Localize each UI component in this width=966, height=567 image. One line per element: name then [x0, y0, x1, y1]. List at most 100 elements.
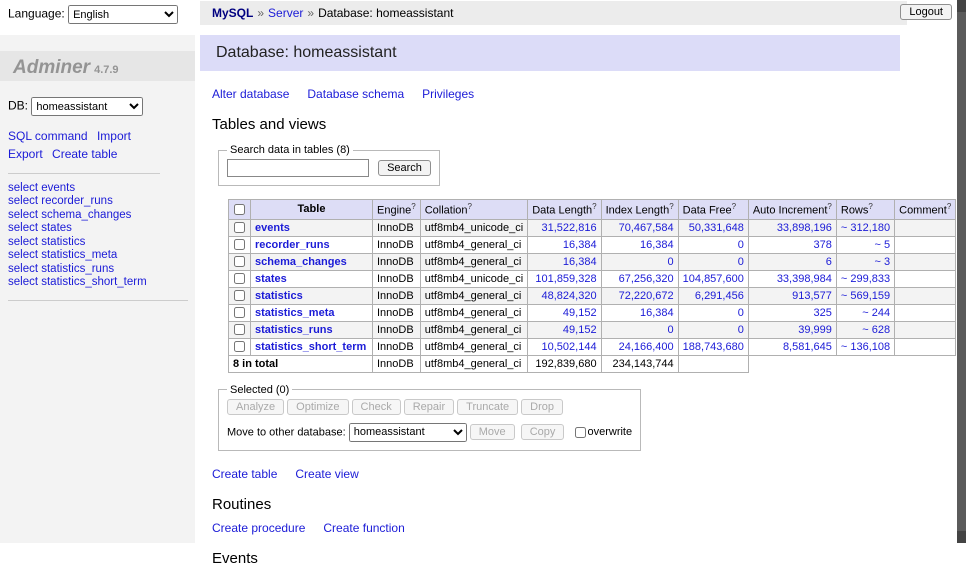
- database-schema[interactable]: Database schema: [307, 87, 404, 101]
- index-length-link[interactable]: 0: [668, 324, 674, 336]
- check-button[interactable]: Check: [352, 399, 401, 415]
- auto-increment-link[interactable]: 378: [814, 239, 832, 251]
- sidebar-select-statistics[interactable]: select statistics: [8, 236, 188, 250]
- create-table[interactable]: Create table: [212, 467, 277, 481]
- create-function[interactable]: Create function: [323, 521, 404, 535]
- table-name-link[interactable]: statistics_runs: [255, 324, 333, 336]
- auto-increment-link[interactable]: 913,577: [792, 290, 832, 302]
- rows-link[interactable]: ~ 3: [875, 256, 891, 268]
- data-length-link[interactable]: 16,384: [563, 256, 597, 268]
- help-icon[interactable]: ?: [868, 202, 872, 211]
- table-name-link[interactable]: statistics_meta: [255, 307, 335, 319]
- rows-link[interactable]: ~ 299,833: [841, 273, 890, 285]
- create-procedure[interactable]: Create procedure: [212, 521, 305, 535]
- help-icon[interactable]: ?: [947, 202, 951, 211]
- data-length-link[interactable]: 10,502,144: [542, 341, 597, 353]
- alter-database[interactable]: Alter database: [212, 87, 289, 101]
- row-checkbox[interactable]: [234, 324, 245, 335]
- export-link[interactable]: Export: [8, 147, 43, 161]
- data-free-link[interactable]: 0: [738, 307, 744, 319]
- sql-command-link[interactable]: SQL command: [8, 129, 88, 143]
- column-header-index-length[interactable]: Index Length?: [601, 200, 678, 220]
- data-free-link[interactable]: 0: [738, 324, 744, 336]
- drop-button[interactable]: Drop: [521, 399, 563, 415]
- rows-link[interactable]: ~ 244: [862, 307, 890, 319]
- auto-increment-link[interactable]: 33,398,984: [777, 273, 832, 285]
- index-length-link[interactable]: 24,166,400: [619, 341, 674, 353]
- help-icon[interactable]: ?: [827, 202, 831, 211]
- select-all-checkbox[interactable]: [234, 204, 245, 215]
- row-checkbox[interactable]: [234, 273, 245, 284]
- data-free-link[interactable]: 0: [738, 256, 744, 268]
- rows-link[interactable]: ~ 628: [862, 324, 890, 336]
- rows-link[interactable]: ~ 5: [875, 239, 891, 251]
- scroll-down-arrow[interactable]: [957, 531, 966, 543]
- row-checkbox[interactable]: [234, 222, 245, 233]
- data-length-link[interactable]: 16,384: [563, 239, 597, 251]
- search-button[interactable]: Search: [378, 160, 431, 176]
- data-free-link[interactable]: 50,331,648: [689, 222, 744, 234]
- index-length-link[interactable]: 16,384: [640, 307, 674, 319]
- row-checkbox[interactable]: [234, 239, 245, 250]
- auto-increment-link[interactable]: 39,999: [798, 324, 832, 336]
- column-header-collation[interactable]: Collation?: [420, 200, 527, 220]
- data-length-link[interactable]: 31,522,816: [542, 222, 597, 234]
- column-header-comment[interactable]: Comment?: [895, 200, 956, 220]
- data-length-link[interactable]: 48,824,320: [542, 290, 597, 302]
- sidebar-select-statistics-short-term[interactable]: select statistics_short_term: [8, 276, 188, 290]
- breadcrumb-server-link[interactable]: Server: [268, 6, 303, 20]
- data-free-link[interactable]: 188,743,680: [683, 341, 744, 353]
- column-header-data-length[interactable]: Data Length?: [528, 200, 601, 220]
- index-length-link[interactable]: 70,467,584: [619, 222, 674, 234]
- data-free-link[interactable]: 104,857,600: [683, 273, 744, 285]
- table-name-link[interactable]: statistics: [255, 290, 303, 302]
- help-icon[interactable]: ?: [732, 202, 736, 211]
- column-header-auto-increment[interactable]: Auto Increment?: [748, 200, 836, 220]
- auto-increment-link[interactable]: 325: [814, 307, 832, 319]
- table-name-link[interactable]: statistics_short_term: [255, 341, 366, 353]
- data-free-link[interactable]: 6,291,456: [695, 290, 744, 302]
- move-button[interactable]: Move: [470, 424, 515, 440]
- db-select[interactable]: homeassistant: [31, 97, 143, 116]
- column-header-rows[interactable]: Rows?: [836, 200, 894, 220]
- sidebar-select-states[interactable]: select states: [8, 222, 188, 236]
- repair-button[interactable]: Repair: [404, 399, 454, 415]
- logout-button[interactable]: Logout: [900, 4, 952, 20]
- analyze-button[interactable]: Analyze: [227, 399, 284, 415]
- optimize-button[interactable]: Optimize: [287, 399, 348, 415]
- rows-link[interactable]: ~ 312,180: [841, 222, 890, 234]
- copy-button[interactable]: Copy: [521, 424, 565, 440]
- help-icon[interactable]: ?: [411, 202, 415, 211]
- row-checkbox[interactable]: [234, 256, 245, 267]
- create-view[interactable]: Create view: [295, 467, 358, 481]
- data-length-link[interactable]: 49,152: [563, 307, 597, 319]
- help-icon[interactable]: ?: [468, 202, 472, 211]
- scroll-up-arrow[interactable]: [957, 0, 966, 12]
- data-free-link[interactable]: 0: [738, 239, 744, 251]
- index-length-link[interactable]: 0: [668, 256, 674, 268]
- sidebar-select-schema-changes[interactable]: select schema_changes: [8, 209, 188, 223]
- breadcrumb-server-group-link[interactable]: MySQL: [212, 6, 253, 20]
- row-checkbox[interactable]: [234, 341, 245, 352]
- auto-increment-link[interactable]: 33,898,196: [777, 222, 832, 234]
- rows-link[interactable]: ~ 136,108: [841, 341, 890, 353]
- truncate-button[interactable]: Truncate: [457, 399, 518, 415]
- rows-link[interactable]: ~ 569,159: [841, 290, 890, 302]
- help-icon[interactable]: ?: [669, 202, 673, 211]
- language-select[interactable]: English: [68, 5, 178, 24]
- row-checkbox[interactable]: [234, 307, 245, 318]
- import-link[interactable]: Import: [97, 129, 131, 143]
- overwrite-checkbox[interactable]: [575, 427, 586, 438]
- auto-increment-link[interactable]: 8,581,645: [783, 341, 832, 353]
- table-name-link[interactable]: recorder_runs: [255, 239, 330, 251]
- sidebar-select-statistics-runs[interactable]: select statistics_runs: [8, 263, 188, 277]
- column-header-engine[interactable]: Engine?: [373, 200, 421, 220]
- table-name-link[interactable]: events: [255, 222, 290, 234]
- table-name-link[interactable]: states: [255, 273, 287, 285]
- table-name-link[interactable]: schema_changes: [255, 256, 347, 268]
- index-length-link[interactable]: 72,220,672: [619, 290, 674, 302]
- auto-increment-link[interactable]: 6: [826, 256, 832, 268]
- scrollbar[interactable]: [957, 0, 966, 543]
- sidebar-select-events[interactable]: select events: [8, 182, 188, 196]
- sidebar-select-recorder-runs[interactable]: select recorder_runs: [8, 195, 188, 209]
